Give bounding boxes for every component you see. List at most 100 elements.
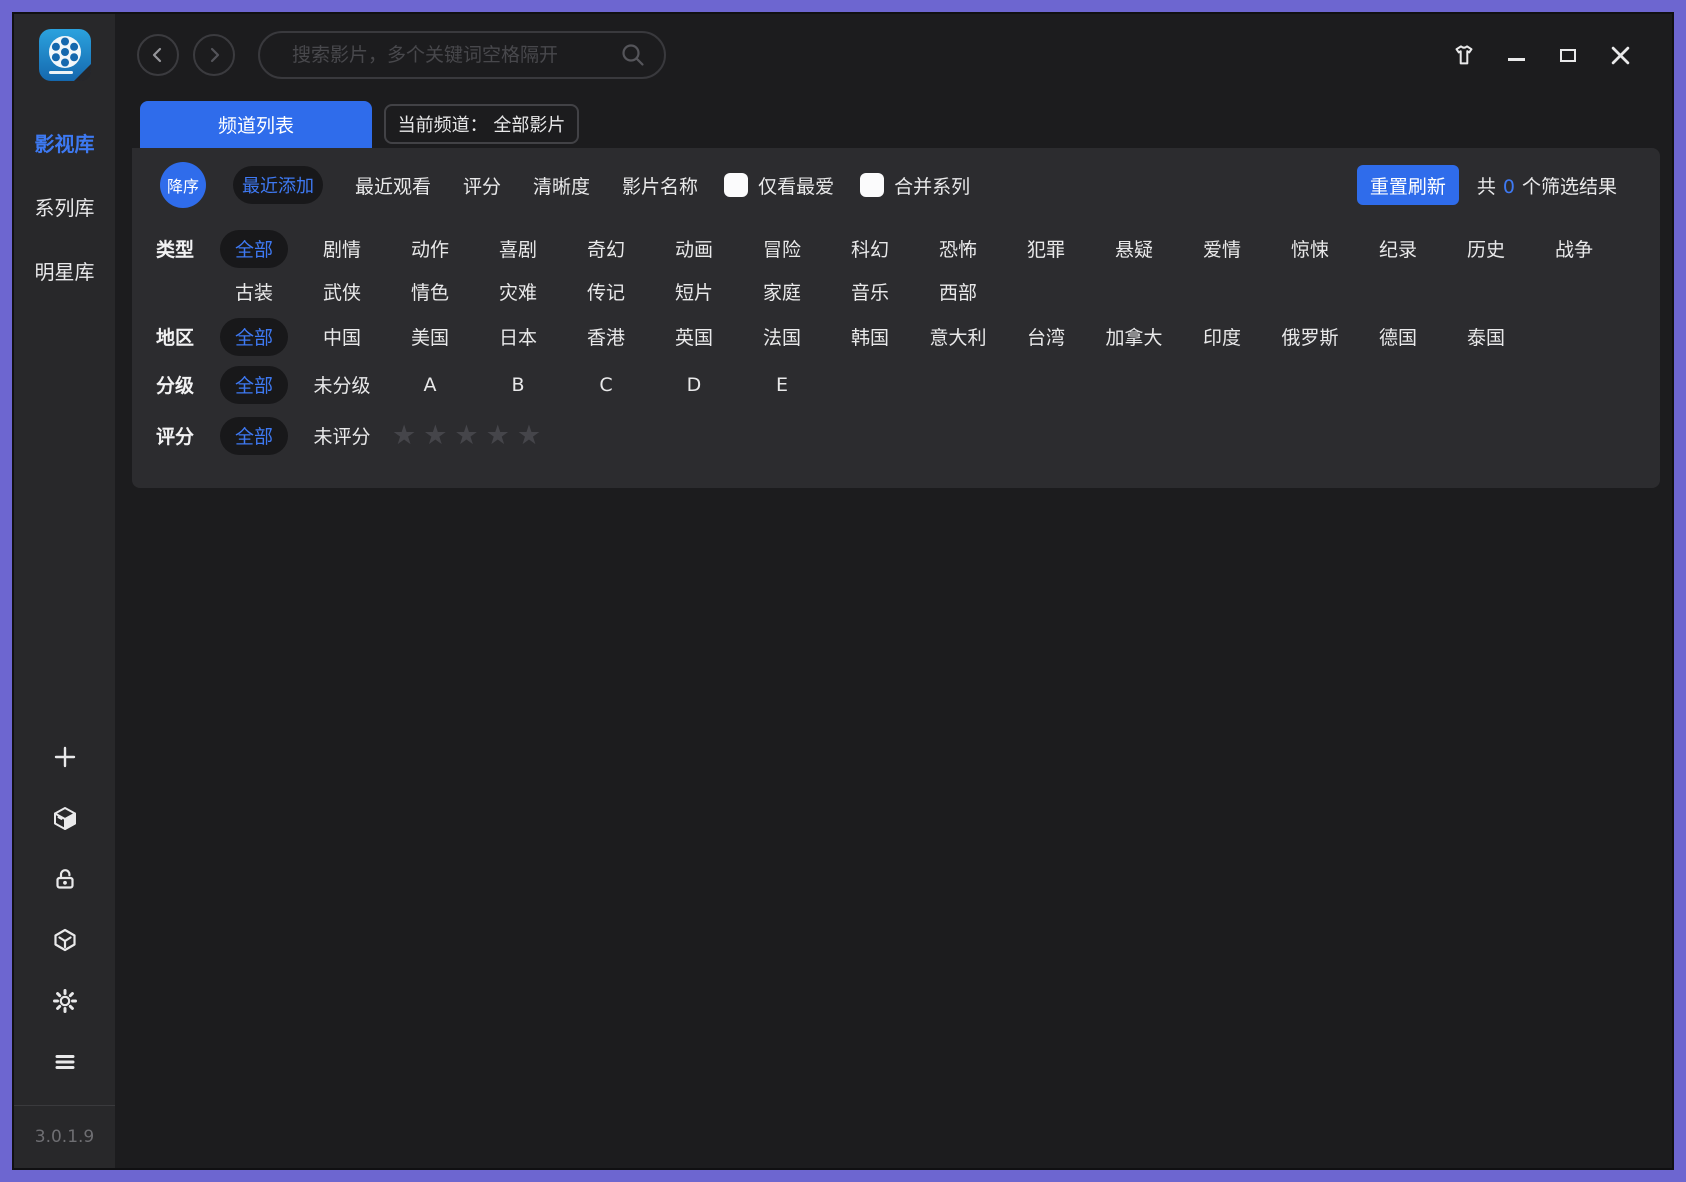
sort-option[interactable]: 影片名称 [622,172,698,199]
add-icon[interactable] [52,744,78,770]
checkbox[interactable] [724,173,748,197]
filter-option[interactable]: A [386,363,474,406]
lock-open-icon[interactable] [52,866,78,892]
star-rating[interactable]: ★★★★★ [392,414,548,457]
filter-option[interactable]: 未评分 [298,414,386,457]
filter-option[interactable]: 惊悚 [1266,227,1354,270]
filter-option[interactable]: 科幻 [826,227,914,270]
filter-option[interactable]: 法国 [738,315,826,358]
menu-icon[interactable] [52,1049,78,1075]
reset-refresh-button[interactable]: 重置刷新 [1357,165,1459,205]
filter-option[interactable]: 动画 [650,227,738,270]
filter-option[interactable]: E [738,363,826,406]
media-box-icon[interactable] [52,805,78,831]
filter-option[interactable]: 灾难 [474,270,562,313]
package-cube-icon[interactable] [52,927,78,953]
filter-option[interactable]: 历史 [1442,227,1530,270]
filter-option[interactable]: 英国 [650,315,738,358]
search-input[interactable] [292,44,620,66]
app-logo-icon [38,28,92,82]
filter-option[interactable]: 意大利 [914,315,1002,358]
filter-option[interactable]: 家庭 [738,270,826,313]
filter-option[interactable]: 奇幻 [562,227,650,270]
filter-options: 全部中国美国日本香港英国法国韩国意大利台湾加拿大印度俄罗斯德国泰国 [210,315,1622,358]
filter-option[interactable]: 全部 [210,227,298,270]
checkbox-group[interactable]: 仅看最爱 [724,172,834,199]
filter-options: 全部剧情动作喜剧奇幻动画冒险科幻恐怖犯罪悬疑爱情惊悚纪录历史战争古装武侠情色灾难… [210,227,1622,313]
filter-option[interactable]: 加拿大 [1090,315,1178,358]
sort-option[interactable]: 最近添加 [233,166,323,204]
filter-row-label: 评分 [156,414,210,457]
filter-option[interactable]: 泰国 [1442,315,1530,358]
result-prefix: 共 [1477,176,1496,198]
sort-options: 最近添加 最近观看 评分 清晰度 影片名称 [233,166,698,204]
result-count: 0 [1503,176,1515,198]
filter-row-label: 类型 [156,227,210,270]
filter-options: 全部未分级ABCDE [210,363,1622,406]
minimize-icon[interactable] [1504,43,1528,67]
back-button[interactable] [137,34,179,76]
app-window: 影视库系列库明星库 [14,14,1672,1168]
filter-option[interactable]: 韩国 [826,315,914,358]
filter-option[interactable]: 传记 [562,270,650,313]
search-icon[interactable] [620,42,646,68]
sort-order-button[interactable]: 降序 [160,162,206,208]
sidebar: 影视库系列库明星库 [14,14,115,1168]
sidebar-item-2[interactable]: 系列库 [14,174,115,238]
filter-option[interactable]: B [474,363,562,406]
result-summary: 共0个筛选结果 [1477,172,1617,199]
filter-option[interactable]: 战争 [1530,227,1618,270]
sort-option[interactable]: 清晰度 [533,172,590,199]
theme-shirt-icon[interactable] [1452,43,1476,67]
filter-option[interactable]: 全部 [210,363,298,406]
close-icon[interactable] [1608,43,1632,67]
filter-option[interactable]: 情色 [386,270,474,313]
checkbox-label: 合并系列 [894,172,970,199]
app-version: 3.0.1.9 [14,1106,115,1168]
filter-option[interactable]: 俄罗斯 [1266,315,1354,358]
filter-option[interactable]: 台湾 [1002,315,1090,358]
filter-option[interactable]: 德国 [1354,315,1442,358]
filter-option[interactable]: 纪录 [1354,227,1442,270]
filter-option[interactable]: 全部 [210,414,298,457]
sort-right-group: 重置刷新 共0个筛选结果 [1357,165,1617,205]
forward-button[interactable] [193,34,235,76]
filter-option[interactable]: 中国 [298,315,386,358]
checkbox[interactable] [860,173,884,197]
filter-option[interactable]: 音乐 [826,270,914,313]
filter-option[interactable]: C [562,363,650,406]
filter-option[interactable]: 古装 [210,270,298,313]
sidebar-item-1[interactable]: 影视库 [14,110,115,174]
filter-option[interactable]: 武侠 [298,270,386,313]
maximize-icon[interactable] [1556,43,1580,67]
filter-panel: 降序 最近添加最近观看评分清晰度影片名称 仅看最爱合并系列 重置刷新 共0个筛选… [132,148,1660,488]
sort-option[interactable]: 最近观看 [355,172,431,199]
filter-option[interactable]: 西部 [914,270,1002,313]
filter-option[interactable]: 犯罪 [1002,227,1090,270]
sidebar-tools [52,744,78,1075]
search-box[interactable] [258,31,666,79]
filter-option[interactable]: 全部 [210,315,298,358]
filter-option[interactable]: 未分级 [298,363,386,406]
filter-option[interactable]: 恐怖 [914,227,1002,270]
tab-channel-list[interactable]: 频道列表 [140,101,372,148]
sort-option[interactable]: 评分 [463,172,501,199]
filter-option[interactable]: 短片 [650,270,738,313]
sidebar-item-3[interactable]: 明星库 [14,238,115,302]
filter-option[interactable]: 美国 [386,315,474,358]
filter-option[interactable]: 动作 [386,227,474,270]
settings-gear-icon[interactable] [52,988,78,1014]
filter-option[interactable]: 剧情 [298,227,386,270]
tabstrip: 频道列表 当前频道： 全部影片 [115,96,1672,148]
filter-option[interactable]: D [650,363,738,406]
filter-option[interactable]: 悬疑 [1090,227,1178,270]
filter-option[interactable]: 爱情 [1178,227,1266,270]
tab-current-channel[interactable]: 当前频道： 全部影片 [384,104,579,144]
topbar [115,14,1672,96]
filter-option[interactable]: 印度 [1178,315,1266,358]
filter-option[interactable]: 日本 [474,315,562,358]
checkbox-group[interactable]: 合并系列 [860,172,970,199]
filter-option[interactable]: 香港 [562,315,650,358]
filter-option[interactable]: 冒险 [738,227,826,270]
filter-option[interactable]: 喜剧 [474,227,562,270]
